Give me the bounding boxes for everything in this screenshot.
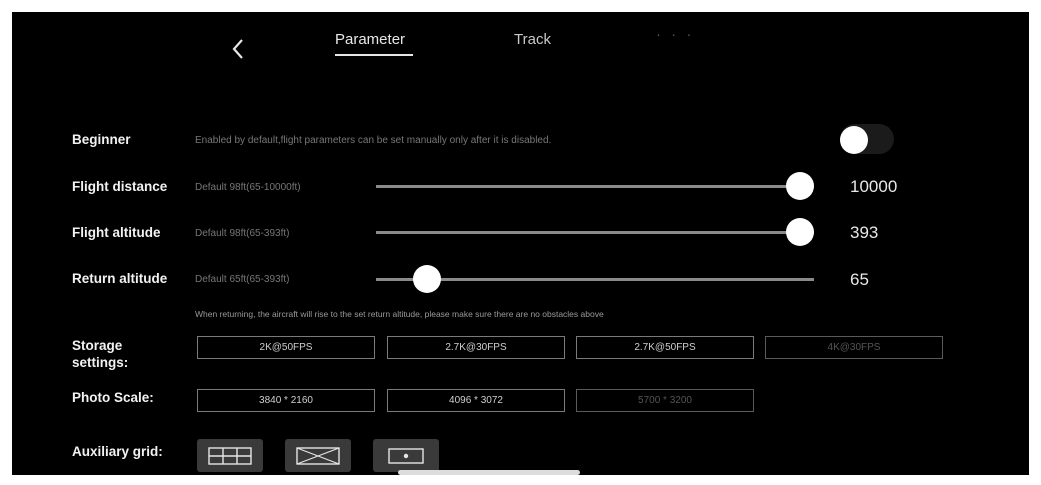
tab-track[interactable]: Track: [514, 31, 551, 48]
photo-scale-5700x3200: 5700 * 3200: [576, 389, 754, 412]
storage-option-2-7k30[interactable]: 2.7K@30FPS: [387, 336, 565, 359]
flight-altitude-label: Flight altitude: [72, 225, 161, 240]
storage-label-line2: settings:: [72, 355, 129, 370]
flight-altitude-knob[interactable]: [786, 218, 814, 246]
storage-label-line1: Storage: [72, 338, 123, 353]
flight-distance-label: Flight distance: [72, 179, 168, 194]
grid-option-lines[interactable]: [197, 439, 263, 472]
return-altitude-slider[interactable]: [376, 278, 814, 281]
tab-parameter[interactable]: Parameter: [335, 31, 405, 48]
photo-scale-3840x2160[interactable]: 3840 * 2160: [197, 389, 375, 412]
flight-altitude-value: 393: [850, 223, 879, 242]
storage-option-4k30: 4K@30FPS: [765, 336, 943, 359]
center-point-icon: [388, 447, 424, 464]
flight-altitude-slider[interactable]: [376, 231, 814, 234]
grid-lines-icon: [208, 446, 252, 465]
storage-option-2k50[interactable]: 2K@50FPS: [197, 336, 375, 359]
return-altitude-label: Return altitude: [72, 271, 168, 286]
active-tab-indicator: [335, 54, 413, 56]
return-altitude-knob[interactable]: [413, 265, 441, 293]
flight-distance-value: 10000: [850, 177, 898, 196]
grid-option-center[interactable]: [373, 439, 439, 472]
flight-distance-hint: Default 98ft(65-10000ft): [195, 182, 301, 193]
beginner-label: Beginner: [72, 132, 131, 147]
beginner-toggle[interactable]: [840, 124, 894, 154]
flight-altitude-hint: Default 98ft(65-393ft): [195, 228, 290, 239]
more-options-icon[interactable]: · · ·: [656, 26, 694, 43]
photo-scale-4096x3072[interactable]: 4096 * 3072: [387, 389, 565, 412]
photo-scale-label: Photo Scale:: [72, 390, 154, 405]
return-altitude-note: When returning, the aircraft will rise t…: [195, 309, 604, 319]
flight-distance-knob[interactable]: [786, 172, 814, 200]
beginner-hint: Enabled by default,flight parameters can…: [195, 135, 552, 146]
diagonal-cross-icon: [296, 446, 340, 465]
auxiliary-grid-label: Auxiliary grid:: [72, 444, 163, 459]
return-altitude-hint: Default 65ft(65-393ft): [195, 274, 290, 285]
storage-settings-label: Storage settings:: [72, 337, 128, 371]
back-button[interactable]: [224, 34, 254, 64]
settings-screen: Parameter Track · · · Beginner Enabled b…: [12, 12, 1029, 475]
toggle-knob: [840, 126, 868, 154]
chevron-left-icon: [232, 39, 243, 59]
storage-option-2-7k50[interactable]: 2.7K@50FPS: [576, 336, 754, 359]
flight-distance-slider[interactable]: [376, 185, 814, 188]
return-altitude-value: 65: [850, 270, 869, 289]
grid-option-diagonal[interactable]: [285, 439, 351, 472]
home-indicator: [398, 470, 580, 475]
